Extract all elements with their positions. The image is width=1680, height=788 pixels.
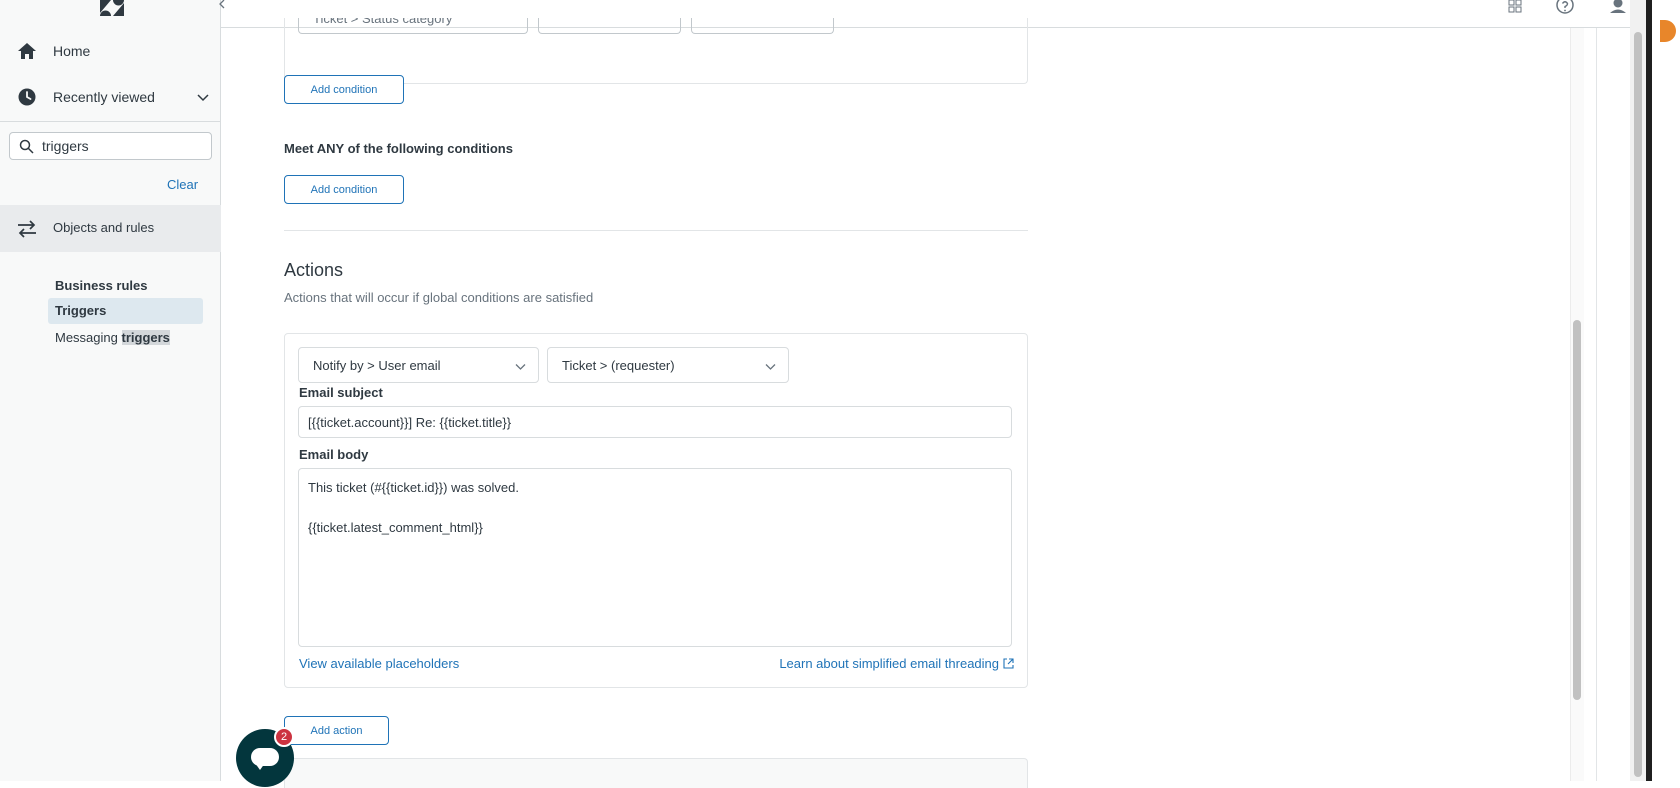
- business-rules-heading: Business rules: [55, 278, 148, 293]
- messaging-triggers-highlight: triggers: [121, 330, 170, 345]
- email-subject-input[interactable]: [298, 406, 1012, 438]
- action-card: Notify by > User email Ticket > (request…: [284, 333, 1028, 688]
- nav-home[interactable]: Home: [0, 31, 221, 71]
- home-icon: [18, 43, 36, 59]
- nav-home-label: Home: [53, 43, 91, 59]
- email-body-label: Email body: [299, 447, 369, 462]
- recipient-select[interactable]: Ticket > (requester): [547, 347, 789, 383]
- sidebar-search[interactable]: [9, 132, 212, 160]
- content-scrollbar-thumb[interactable]: [1573, 320, 1581, 700]
- sidebar-item-triggers[interactable]: Triggers: [48, 298, 203, 324]
- user-profile-icon[interactable]: [1609, 0, 1627, 14]
- actions-heading: Actions: [284, 260, 344, 280]
- window-scrollbar-thumb[interactable]: [1634, 32, 1642, 777]
- objects-rules-icon: [18, 220, 36, 238]
- action-type-value: Notify by > User email: [313, 358, 441, 373]
- sidebar-divider: [0, 121, 221, 122]
- search-icon: [19, 139, 34, 154]
- clear-search-link[interactable]: Clear: [167, 177, 198, 192]
- right-strip: [1652, 0, 1680, 781]
- email-threading-link[interactable]: Learn about simplified email threading: [779, 656, 1014, 671]
- add-condition-all-button[interactable]: Add condition: [284, 75, 404, 104]
- action-type-select[interactable]: Notify by > User email: [298, 347, 539, 383]
- chevron-down-icon: [515, 364, 526, 370]
- add-action-button[interactable]: Add action: [284, 716, 389, 745]
- sidebar: Home Recently viewed Clear Objects and r…: [0, 0, 221, 781]
- email-threading-link-label: Learn about simplified email threading: [779, 656, 999, 671]
- nav-objects-and-rules-label: Objects and rules: [53, 220, 155, 235]
- next-section-card: [284, 758, 1028, 788]
- condition-operator-select[interactable]: [538, 18, 681, 34]
- clock-icon: [18, 88, 36, 106]
- view-placeholders-link[interactable]: View available placeholders: [299, 656, 459, 671]
- email-body-textarea[interactable]: This ticket (#{{ticket.id}}) was solved.…: [298, 468, 1012, 647]
- condition-field-value: Ticket > Status category: [313, 18, 453, 26]
- nav-recently-viewed-label: Recently viewed: [53, 89, 155, 105]
- condition-field-select[interactable]: Ticket > Status category: [298, 18, 528, 34]
- zendesk-logo-icon: [100, 0, 124, 16]
- actions-description: Actions that will occur if global condit…: [284, 290, 594, 305]
- sidebar-item-messaging-triggers[interactable]: Messaging triggers: [48, 325, 203, 351]
- chat-bubble-tail: [255, 763, 265, 770]
- external-link-icon: [1003, 658, 1014, 669]
- chevron-down-icon: [765, 364, 776, 370]
- main-content: Ticket > Status category Add condition M…: [221, 18, 1571, 788]
- right-panel-divider: [1596, 28, 1597, 781]
- sidebar-search-input[interactable]: [42, 136, 202, 156]
- email-subject-label: Email subject: [299, 385, 383, 400]
- recipient-value: Ticket > (requester): [562, 358, 675, 373]
- condition-value-select[interactable]: [691, 18, 834, 34]
- products-grid-icon[interactable]: [1506, 0, 1524, 14]
- help-icon[interactable]: [1556, 0, 1574, 14]
- chat-unread-badge: 2: [274, 727, 294, 747]
- nav-objects-and-rules[interactable]: Objects and rules: [0, 205, 221, 252]
- meet-any-label: Meet ANY of the following conditions: [284, 141, 513, 156]
- chevron-down-icon: [197, 94, 209, 102]
- add-condition-any-button[interactable]: Add condition: [284, 175, 404, 204]
- section-divider: [284, 230, 1028, 231]
- collapse-sidebar-icon[interactable]: [216, 0, 228, 10]
- nav-recently-viewed[interactable]: Recently viewed: [0, 77, 221, 117]
- messaging-triggers-prefix: Messaging: [55, 330, 118, 345]
